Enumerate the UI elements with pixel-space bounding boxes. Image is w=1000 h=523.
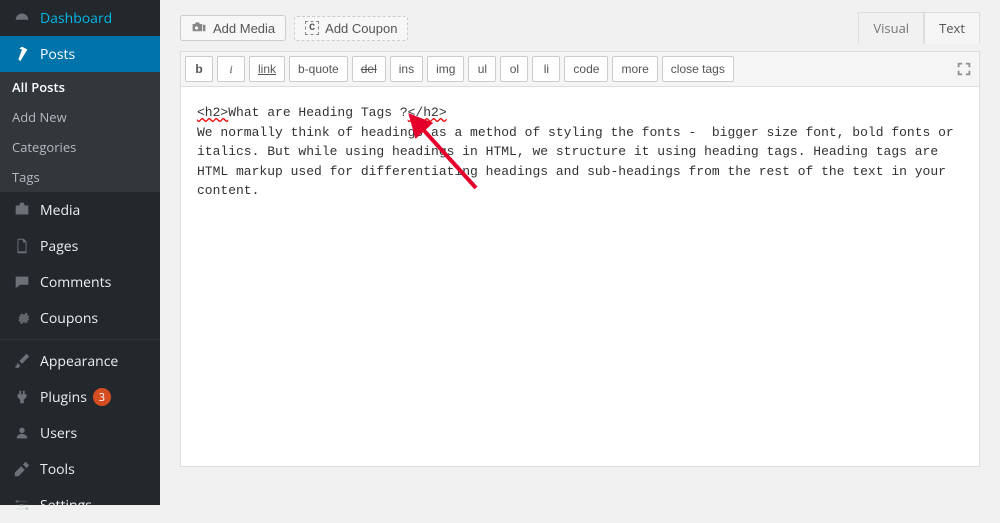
main-content: Add Media C Add Coupon Visual Text b i l… (160, 0, 1000, 505)
dashboard-icon (12, 8, 32, 28)
editor-topbar: Add Media C Add Coupon Visual Text (180, 12, 980, 44)
camera-music-icon (191, 20, 207, 36)
bold-button[interactable]: b (185, 56, 213, 82)
gear-icon (12, 308, 32, 328)
submenu-all-posts[interactable]: All Posts (0, 72, 160, 102)
ol-button[interactable]: ol (500, 56, 528, 82)
pin-icon (12, 44, 32, 64)
img-button[interactable]: img (427, 56, 464, 82)
tools-icon (12, 459, 32, 479)
italic-button[interactable]: i (217, 56, 245, 82)
users-icon (12, 423, 32, 443)
sidebar-item-label: Tools (40, 460, 75, 479)
comments-icon (12, 272, 32, 292)
sidebar-item-label: Users (40, 424, 77, 443)
brush-icon (12, 351, 32, 371)
sidebar-item-media[interactable]: Media (0, 192, 160, 228)
code-button[interactable]: code (564, 56, 608, 82)
pages-icon (12, 236, 32, 256)
submenu-categories[interactable]: Categories (0, 132, 160, 162)
add-media-button[interactable]: Add Media (180, 15, 286, 41)
plug-icon (12, 387, 32, 407)
fullscreen-toggle-icon[interactable] (955, 60, 973, 78)
sidebar-item-posts[interactable]: Posts (0, 36, 160, 72)
ul-button[interactable]: ul (468, 56, 496, 82)
link-button[interactable]: link (249, 56, 285, 82)
sidebar-item-comments[interactable]: Comments (0, 264, 160, 300)
sidebar-item-pages[interactable]: Pages (0, 228, 160, 264)
sidebar-item-label: Posts (40, 45, 75, 64)
sidebar-item-label: Media (40, 201, 80, 220)
editor-content[interactable]: <h2>What are Heading Tags ?</h2> We norm… (197, 103, 963, 201)
ins-button[interactable]: ins (390, 56, 423, 82)
editor-mode-tabs: Visual Text (858, 12, 980, 44)
submenu-tags[interactable]: Tags (0, 162, 160, 192)
sidebar-item-users[interactable]: Users (0, 415, 160, 451)
sidebar-item-appearance[interactable]: Appearance (0, 343, 160, 379)
sidebar-item-plugins[interactable]: Plugins 3 (0, 379, 160, 415)
add-coupon-button[interactable]: C Add Coupon (294, 16, 408, 41)
text-editor-toolbar: b i link b-quote del ins img ul ol li co… (180, 51, 980, 87)
close-tags-button[interactable]: close tags (662, 56, 734, 82)
sidebar-item-label: Appearance (40, 352, 118, 371)
sidebar-item-coupons[interactable]: Coupons (0, 300, 160, 336)
settings-icon (12, 495, 32, 515)
tab-text[interactable]: Text (924, 12, 980, 44)
li-button[interactable]: li (532, 56, 560, 82)
plugins-update-badge: 3 (93, 388, 111, 406)
tab-visual[interactable]: Visual (858, 12, 924, 44)
del-button[interactable]: del (352, 56, 386, 82)
posts-submenu: All Posts Add New Categories Tags (0, 72, 160, 192)
sidebar-item-label: Comments (40, 273, 111, 292)
text-editor-area[interactable]: <h2>What are Heading Tags ?</h2> We norm… (180, 87, 980, 467)
bquote-button[interactable]: b-quote (289, 56, 348, 82)
sidebar-item-label: Coupons (40, 309, 98, 328)
more-button[interactable]: more (612, 56, 657, 82)
sidebar-item-label: Plugins (40, 388, 87, 407)
sidebar-item-dashboard[interactable]: Dashboard (0, 0, 160, 36)
admin-sidebar: Dashboard Posts All Posts Add New Catego… (0, 0, 160, 505)
submenu-add-new[interactable]: Add New (0, 102, 160, 132)
add-media-label: Add Media (213, 21, 275, 36)
media-icon (12, 200, 32, 220)
sidebar-item-label: Dashboard (40, 9, 112, 28)
sidebar-item-label: Pages (40, 237, 78, 256)
sidebar-item-settings[interactable]: Settings (0, 487, 160, 523)
sidebar-item-tools[interactable]: Tools (0, 451, 160, 487)
coupon-icon: C (305, 21, 319, 35)
add-coupon-label: Add Coupon (325, 21, 397, 36)
sidebar-item-label: Settings (40, 496, 92, 515)
sidebar-separator (0, 339, 160, 340)
